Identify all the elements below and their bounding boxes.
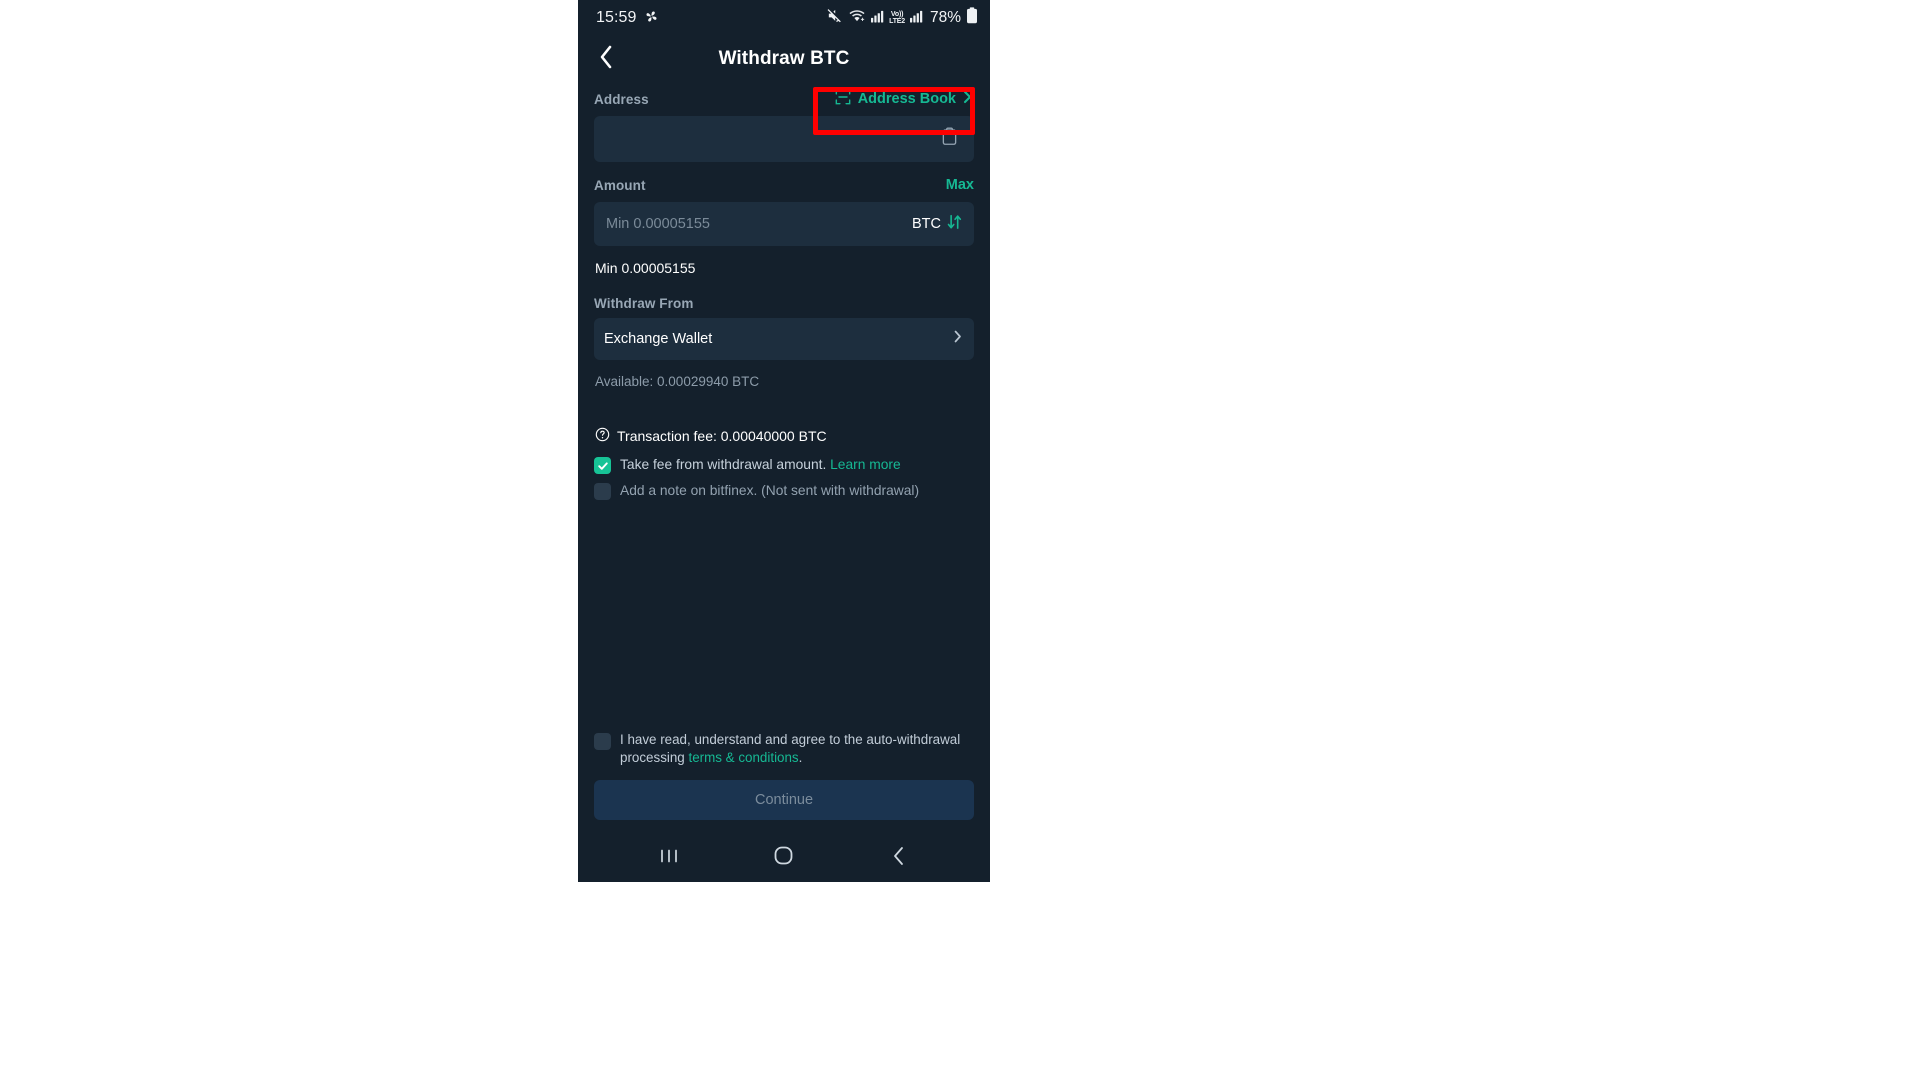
back-icon <box>891 845 907 872</box>
signal-bars-icon <box>871 9 884 28</box>
min-amount-hint: Min 0.00005155 <box>595 260 696 276</box>
recents-button[interactable] <box>642 836 696 880</box>
nav-back-button[interactable] <box>872 836 926 880</box>
withdraw-from-value: Exchange Wallet <box>604 331 713 347</box>
amount-label-row: Amount Max <box>594 168 974 202</box>
address-input[interactable] <box>606 131 936 147</box>
learn-more-link[interactable]: Learn more <box>830 457 901 472</box>
address-book-button[interactable]: Address Book <box>833 86 974 112</box>
screenshot-canvas: 15:59 Vo)) LTE2 78% Withdraw BTC Address… <box>0 0 1920 1080</box>
scan-qr-icon <box>835 89 851 109</box>
battery-percent-label: 78% <box>929 9 961 26</box>
currency-label: BTC <box>912 216 941 232</box>
available-balance: Available: 0.00029940 BTC <box>595 374 760 389</box>
terms-checkbox[interactable] <box>594 733 611 750</box>
question-circle-icon[interactable] <box>595 427 610 445</box>
page-title: Withdraw BTC <box>718 48 850 69</box>
address-book-label: Address Book <box>857 91 956 107</box>
address-label: Address <box>594 91 649 107</box>
max-button[interactable]: Max <box>946 177 974 193</box>
swap-vertical-icon <box>947 214 962 235</box>
volte-line-1: Vo)) <box>890 10 904 18</box>
amount-label: Amount <box>594 177 646 193</box>
chevron-right-icon <box>963 90 972 108</box>
pinwheel-icon <box>644 9 659 27</box>
status-bar-clock: 15:59 <box>596 9 637 26</box>
add-note-row[interactable]: Add a note on bitfinex. (Not sent with w… <box>594 474 974 500</box>
add-note-label: Add a note on bitfinex. (Not sent with w… <box>620 483 920 498</box>
wifi-plus-icon <box>848 7 866 29</box>
terms-conditions-link[interactable]: terms & conditions <box>688 750 798 765</box>
take-fee-row[interactable]: Take fee from withdrawal amount. Learn m… <box>594 445 974 474</box>
take-fee-label-wrap: Take fee from withdrawal amount. Learn m… <box>620 456 901 474</box>
transaction-fee-text: Transaction fee: 0.00040000 BTC <box>617 428 827 444</box>
withdraw-from-label-row: Withdraw From <box>594 288 974 318</box>
app-header: Withdraw BTC <box>578 36 990 82</box>
terms-row[interactable]: I have read, understand and agree to the… <box>594 731 974 780</box>
signal-bars-icon-2 <box>909 9 923 28</box>
continue-button[interactable]: Continue <box>594 780 974 820</box>
clipboard-icon <box>941 127 958 151</box>
home-button[interactable] <box>757 836 811 880</box>
android-nav-bar <box>578 834 990 882</box>
mute-icon <box>826 7 843 29</box>
back-button[interactable] <box>586 36 626 82</box>
take-fee-label: Take fee from withdrawal amount. <box>620 457 827 472</box>
phone-screen: 15:59 Vo)) LTE2 78% Withdraw BTC Address… <box>578 0 990 882</box>
home-icon <box>773 845 794 871</box>
volte-line-2: LTE2 <box>889 18 905 25</box>
address-label-row: Address Address Book <box>594 82 974 116</box>
paste-clipboard-button[interactable] <box>936 126 962 152</box>
take-fee-checkbox[interactable] <box>594 457 611 474</box>
currency-selector[interactable]: BTC <box>912 214 962 235</box>
recents-icon <box>658 846 680 871</box>
withdraw-form: Address Address Book Amount Max Min 0.00… <box>578 82 990 834</box>
add-note-checkbox[interactable] <box>594 483 611 500</box>
status-bar-icons: Vo)) LTE2 78% <box>826 7 978 29</box>
transaction-fee-row: Transaction fee: 0.00040000 BTC <box>594 389 974 445</box>
volte-indicator: Vo)) LTE2 <box>889 11 905 26</box>
battery-icon <box>966 7 978 29</box>
withdraw-from-label: Withdraw From <box>594 295 694 311</box>
terms-text-wrap: I have read, understand and agree to the… <box>620 731 974 767</box>
withdraw-from-selector[interactable]: Exchange Wallet <box>594 318 974 360</box>
terms-text-part2: . <box>798 750 803 765</box>
chevron-left-icon <box>598 43 615 76</box>
address-input-container[interactable] <box>594 116 974 162</box>
amount-input-container[interactable]: BTC <box>594 202 974 246</box>
amount-input[interactable] <box>606 216 912 232</box>
chevron-right-icon <box>953 329 962 349</box>
status-bar: 15:59 Vo)) LTE2 78% <box>578 0 990 36</box>
